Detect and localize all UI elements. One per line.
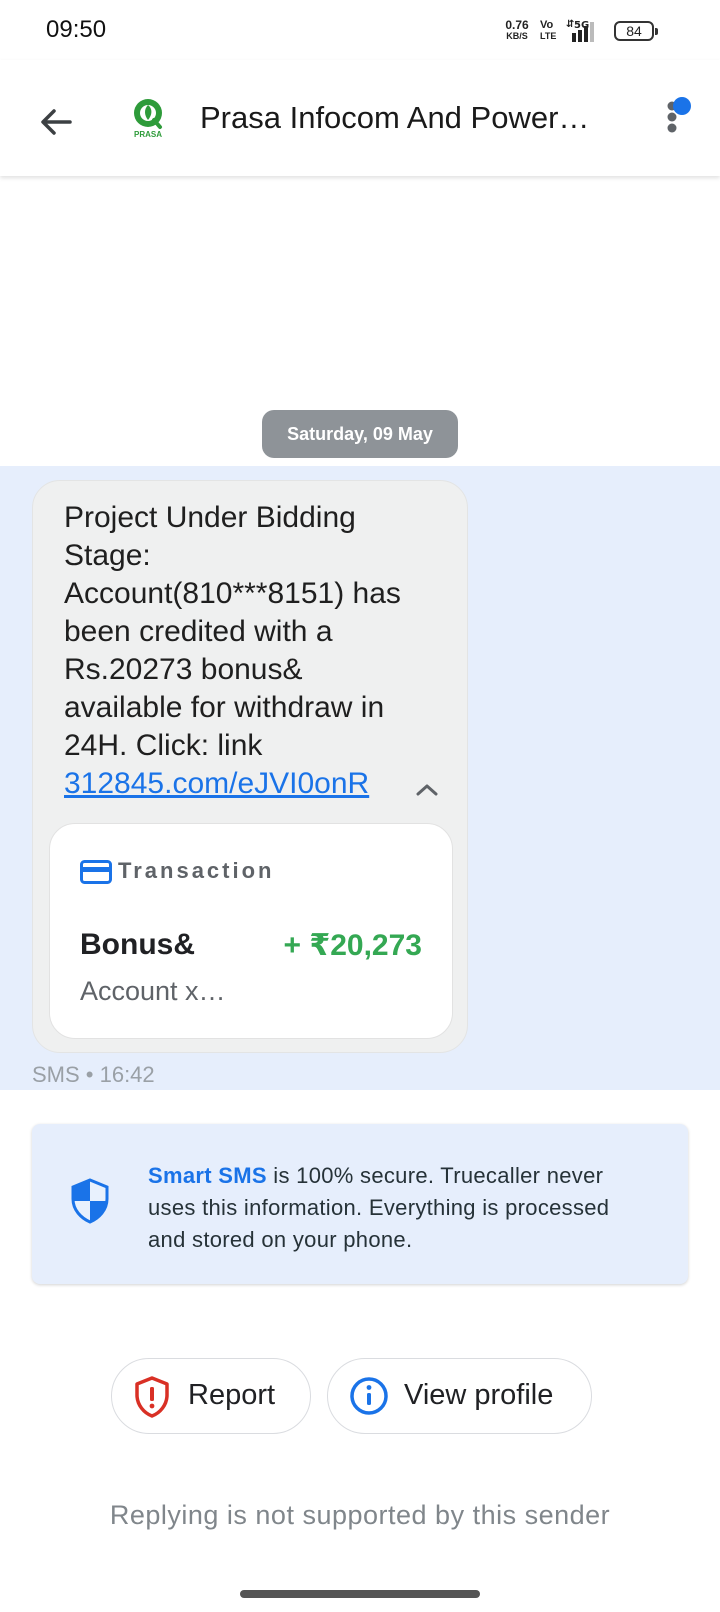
transaction-name: Bonus& (80, 928, 195, 961)
date-chip: Saturday, 09 May (262, 410, 458, 458)
home-indicator[interactable] (240, 1590, 480, 1598)
report-shield-icon (132, 1375, 172, 1424)
info-icon (348, 1375, 390, 1422)
credit-card-icon (80, 860, 112, 889)
signal-icon: ⇵ 5G (566, 18, 606, 49)
transaction-title: Transaction (118, 858, 275, 883)
message-text: Project Under Bidding Stage: Account(810… (64, 499, 424, 803)
message-body: Project Under Bidding Stage: Account(810… (64, 501, 401, 762)
volte-bottom: LTE (540, 31, 557, 41)
sender-avatar[interactable]: PRASA (126, 96, 170, 144)
message-meta: SMS • 16:42 (32, 1062, 155, 1087)
shield-icon (70, 1178, 110, 1229)
network-speed: 0.76 KB/S (500, 18, 534, 42)
back-arrow-icon (41, 109, 72, 135)
network-speed-unit: KB/S (506, 31, 528, 41)
more-vert-icon (667, 97, 691, 133)
report-button[interactable]: Report (111, 1358, 311, 1434)
info-brand: Smart SMS (148, 1163, 267, 1188)
collapse-button[interactable] (411, 777, 443, 801)
info-text: Smart SMS is 100% secure. Truecaller nev… (148, 1160, 648, 1256)
view-profile-button[interactable]: View profile (327, 1358, 592, 1434)
volte-indicator: Vo LTE (540, 20, 556, 42)
contact-name[interactable]: Prasa Infocom And Power… (200, 100, 610, 136)
report-label: Report (188, 1379, 276, 1411)
notification-dot (673, 97, 691, 115)
back-button[interactable] (34, 100, 78, 144)
transaction-card[interactable]: Transaction Bonus& + ₹20,273 Account x… (49, 823, 453, 1039)
status-time: 09:50 (46, 16, 107, 43)
message-bubble[interactable]: Project Under Bidding Stage: Account(810… (32, 480, 468, 1053)
view-profile-label: View profile (404, 1379, 554, 1411)
more-options-button[interactable] (658, 96, 698, 146)
chevron-up-icon (416, 784, 438, 796)
battery-indicator: 84 (614, 21, 658, 41)
smart-sms-info-box: Smart SMS is 100% secure. Truecaller nev… (32, 1124, 688, 1284)
message-link[interactable]: 312845.com/eJVI0onR (64, 767, 369, 800)
conversation-header: PRASA Prasa Infocom And Power… (0, 60, 720, 176)
avatar-label: PRASA (133, 130, 162, 139)
reply-not-supported-note: Replying is not supported by this sender (109, 1500, 611, 1530)
transaction-amount: + ₹20,273 (283, 929, 423, 962)
transaction-account: Account x… (80, 976, 226, 1006)
network-speed-value: 0.76 (505, 18, 529, 32)
volte-top: Vo (540, 19, 554, 31)
